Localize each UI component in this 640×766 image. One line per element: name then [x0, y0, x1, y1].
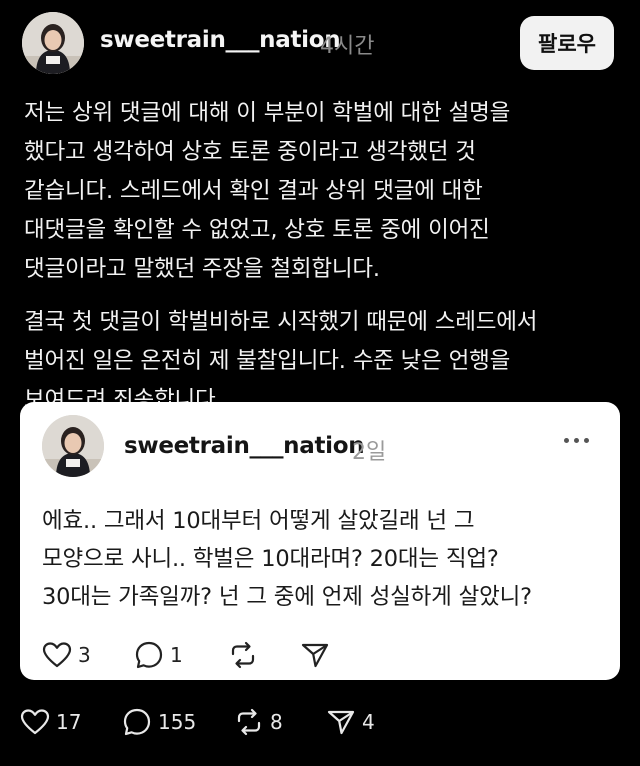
text-line: 에효.. 그래서 10대부터 어떻게 살았길래 넌 그	[42, 508, 475, 534]
avatar[interactable]	[22, 12, 84, 74]
quoted-repost-button[interactable]	[228, 640, 300, 670]
post-body: 저는 상위 댓글에 대해 이 부분이 학벌에 대한 설명을 했다고 생각하여 상…	[24, 94, 624, 434]
share-count: 4	[362, 710, 375, 734]
thread-post: sweetrain___nation 4시간 팔로우 저는 상위 댓글에 대해 …	[0, 0, 640, 766]
quoted-like-button[interactable]: 3	[42, 641, 134, 669]
like-button[interactable]: 17	[20, 708, 122, 736]
reply-count: 1	[170, 643, 183, 667]
text-line: 같습니다. 스레드에서 확인 결과 상위 댓글에 대한	[24, 178, 483, 204]
heart-icon	[42, 642, 72, 668]
quoted-username[interactable]: sweetrain___nation	[124, 433, 365, 459]
reply-button[interactable]: 155	[122, 707, 234, 737]
share-icon	[301, 643, 329, 668]
quoted-actions: 3 1	[42, 640, 330, 670]
text-line: 30대는 가족일까? 넌 그 중에 언제 성실하게 살았니?	[42, 584, 532, 610]
share-icon	[327, 710, 355, 735]
text-line: 모양으로 사니.. 학벌은 10대라며? 20대는 직업?	[42, 546, 499, 572]
like-count: 3	[78, 643, 91, 667]
quoted-timestamp: 2일	[352, 440, 387, 465]
more-icon[interactable]	[564, 438, 589, 443]
reply-count: 155	[158, 710, 197, 734]
post-timestamp: 4시간	[320, 34, 375, 59]
text-line: 했다고 생각하여 상호 토론 중이라고 생각했던 것	[24, 139, 476, 165]
author-username[interactable]: sweetrain___nation	[100, 27, 341, 53]
text-line: 저는 상위 댓글에 대해 이 부분이 학벌에 대한 설명을	[24, 100, 511, 126]
heart-icon	[20, 709, 50, 735]
comment-icon	[123, 708, 151, 736]
text-line: 결국 첫 댓글이 학벌비하로 시작했기 때문에 스레드에서	[24, 309, 538, 335]
text-line: 댓글이라고 말했던 주장을 철회합니다.	[24, 256, 380, 282]
share-button[interactable]: 4	[326, 707, 375, 737]
like-count: 17	[56, 710, 82, 734]
repost-count: 8	[270, 710, 283, 734]
follow-button[interactable]: 팔로우	[520, 16, 614, 70]
repost-icon	[237, 708, 261, 736]
comment-icon	[135, 641, 163, 669]
repost-icon	[231, 641, 255, 669]
post-paragraph: 저는 상위 댓글에 대해 이 부분이 학벌에 대한 설명을 했다고 생각하여 상…	[24, 94, 624, 289]
quoted-avatar[interactable]	[42, 415, 104, 477]
post-actions: 17 155 8 4	[20, 707, 375, 737]
repost-button[interactable]: 8	[234, 707, 326, 737]
quoted-share-button[interactable]	[300, 640, 330, 670]
quoted-reply-button[interactable]: 1	[134, 640, 228, 670]
quoted-post-card[interactable]: sweetrain___nation 2일 에효.. 그래서 10대부터 어떻게…	[20, 402, 620, 680]
text-line: 대댓글을 확인할 수 없었고, 상호 토론 중에 이어진	[24, 217, 490, 243]
text-line: 벌어진 일은 온전히 제 불찰입니다. 수준 낮은 언행을	[24, 348, 511, 374]
quoted-body: 에효.. 그래서 10대부터 어떻게 살았길래 넌 그 모양으로 사니.. 학벌…	[42, 502, 532, 616]
